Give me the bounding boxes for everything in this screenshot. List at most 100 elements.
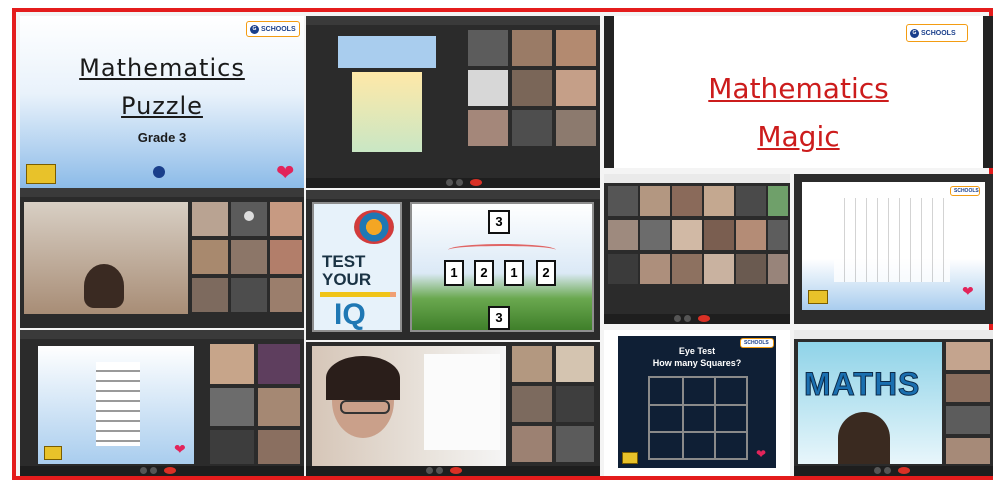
puzzle-cell-top: 3	[488, 210, 510, 234]
end-call-icon[interactable]	[698, 315, 710, 322]
mic-icon[interactable]	[446, 179, 453, 186]
participant-tile	[556, 110, 596, 146]
school-badge-icon	[44, 446, 62, 460]
participant-tile	[946, 374, 990, 402]
eye-test-question: How many Squares?	[652, 358, 742, 368]
square-grid	[648, 376, 748, 460]
participant-tile	[768, 186, 788, 216]
participant-tile	[704, 220, 734, 250]
participant-tile	[210, 344, 254, 384]
participant-tile	[608, 220, 638, 250]
participant-tile	[768, 254, 788, 284]
number-puzzle-slide: 3 1 2 1 2 3	[410, 202, 594, 332]
puzzle-cell-bottom: 3	[488, 306, 510, 330]
iq-line1: TEST	[322, 252, 366, 271]
call-control-bar	[306, 466, 600, 476]
participant-tile	[556, 346, 594, 382]
pencil-icon	[320, 292, 396, 297]
maths-word: MATHS	[803, 366, 921, 403]
participant-tile	[512, 426, 552, 462]
slide-mathematics-puzzle: G SCHOOLS Mathematics Puzzle Grade 3 ❤	[20, 16, 304, 188]
participant-main-video	[24, 202, 188, 314]
participant-tile	[704, 186, 734, 216]
participant-tile	[556, 70, 596, 106]
collage-frame: GSCHOOLS Mathematics Puzzle Grade 3 ❤ ❤	[12, 8, 993, 480]
end-call-icon[interactable]	[450, 467, 462, 474]
slide-subtitle: Grade 3	[137, 130, 187, 145]
call-control-bar	[20, 466, 304, 476]
mic-icon[interactable]	[674, 315, 681, 322]
participant-tile	[608, 254, 638, 284]
participant-tile	[258, 430, 300, 464]
shared-worksheet-slide: SCHOOLS ❤	[794, 174, 993, 324]
puzzle-cell-mid-left: 2	[474, 260, 494, 286]
participant-tile	[270, 202, 302, 236]
puzzle-cell-left: 1	[444, 260, 464, 286]
participant-tile	[468, 30, 508, 66]
camera-icon[interactable]	[150, 467, 157, 474]
participant-tile	[946, 438, 990, 464]
participant-tile	[468, 70, 508, 106]
slide-mathematics-magic: G SCHOOLS Mathematics Magic	[604, 16, 993, 168]
end-call-icon[interactable]	[164, 467, 176, 474]
participant-tile	[640, 254, 670, 284]
participant-main-video	[312, 346, 506, 466]
participant-tile	[192, 278, 228, 312]
call-control-bar	[604, 314, 790, 324]
puzzle-cell-right: 2	[536, 260, 556, 286]
call-control-bar	[306, 178, 600, 188]
participant-tile	[608, 186, 638, 216]
participant-tile	[512, 70, 552, 106]
school-logo-icon: G SCHOOLS	[246, 21, 300, 37]
window-titlebar	[604, 174, 790, 183]
school-logo-icon: G SCHOOLS	[906, 24, 968, 42]
end-call-icon[interactable]	[898, 467, 910, 474]
mic-icon[interactable]	[874, 467, 881, 474]
heart-sticker-icon: ❤	[174, 441, 186, 457]
video-call-window-5	[306, 342, 600, 476]
mic-icon[interactable]	[140, 467, 147, 474]
mic-icon[interactable]	[426, 467, 433, 474]
shared-presentation	[312, 30, 462, 158]
puzzle-cell-mid-right: 1	[504, 260, 524, 286]
participant-tile	[512, 346, 552, 382]
video-call-window-3	[306, 16, 600, 188]
participant-tile	[231, 202, 267, 236]
participant-tile	[512, 386, 552, 422]
participant-tile	[672, 220, 702, 250]
participant-tile	[640, 220, 670, 250]
school-logo-icon: SCHOOLS	[950, 186, 980, 196]
window-titlebar	[20, 188, 304, 197]
shared-worksheet: ❤	[38, 346, 194, 464]
participant-tile	[231, 278, 267, 312]
camera-icon[interactable]	[436, 467, 443, 474]
video-call-window-4: TEST YOUR IQ 3 1 2 1 2 3	[306, 190, 600, 340]
participant-tile	[640, 186, 670, 216]
participant-tile	[258, 344, 300, 384]
school-emblem-icon	[153, 166, 165, 178]
participant-tile	[672, 254, 702, 284]
school-badge-icon	[26, 164, 56, 184]
end-call-icon[interactable]	[470, 179, 482, 186]
participant-tile	[231, 240, 267, 274]
participant-tile	[556, 426, 594, 462]
participant-tile	[556, 386, 594, 422]
window-titlebar	[20, 330, 304, 339]
slide-title-line1: Mathematics	[708, 72, 889, 105]
participant-tile	[512, 30, 552, 66]
iq-line2: YOUR	[322, 270, 372, 289]
slide-title-line2: Puzzle	[121, 92, 203, 120]
camera-icon[interactable]	[456, 179, 463, 186]
heart-sticker-icon: ❤	[962, 283, 974, 299]
participant-tile	[192, 240, 228, 274]
camera-icon[interactable]	[684, 315, 691, 322]
test-your-iq-poster: TEST YOUR IQ	[312, 202, 402, 332]
participant-tile	[270, 240, 302, 274]
participant-tile	[192, 202, 228, 236]
video-call-window-2: ❤	[20, 330, 304, 476]
camera-icon[interactable]	[884, 467, 891, 474]
window-titlebar	[306, 16, 600, 25]
video-call-window-6	[604, 174, 790, 324]
participant-tile	[258, 388, 300, 426]
participant-tile	[468, 110, 508, 146]
